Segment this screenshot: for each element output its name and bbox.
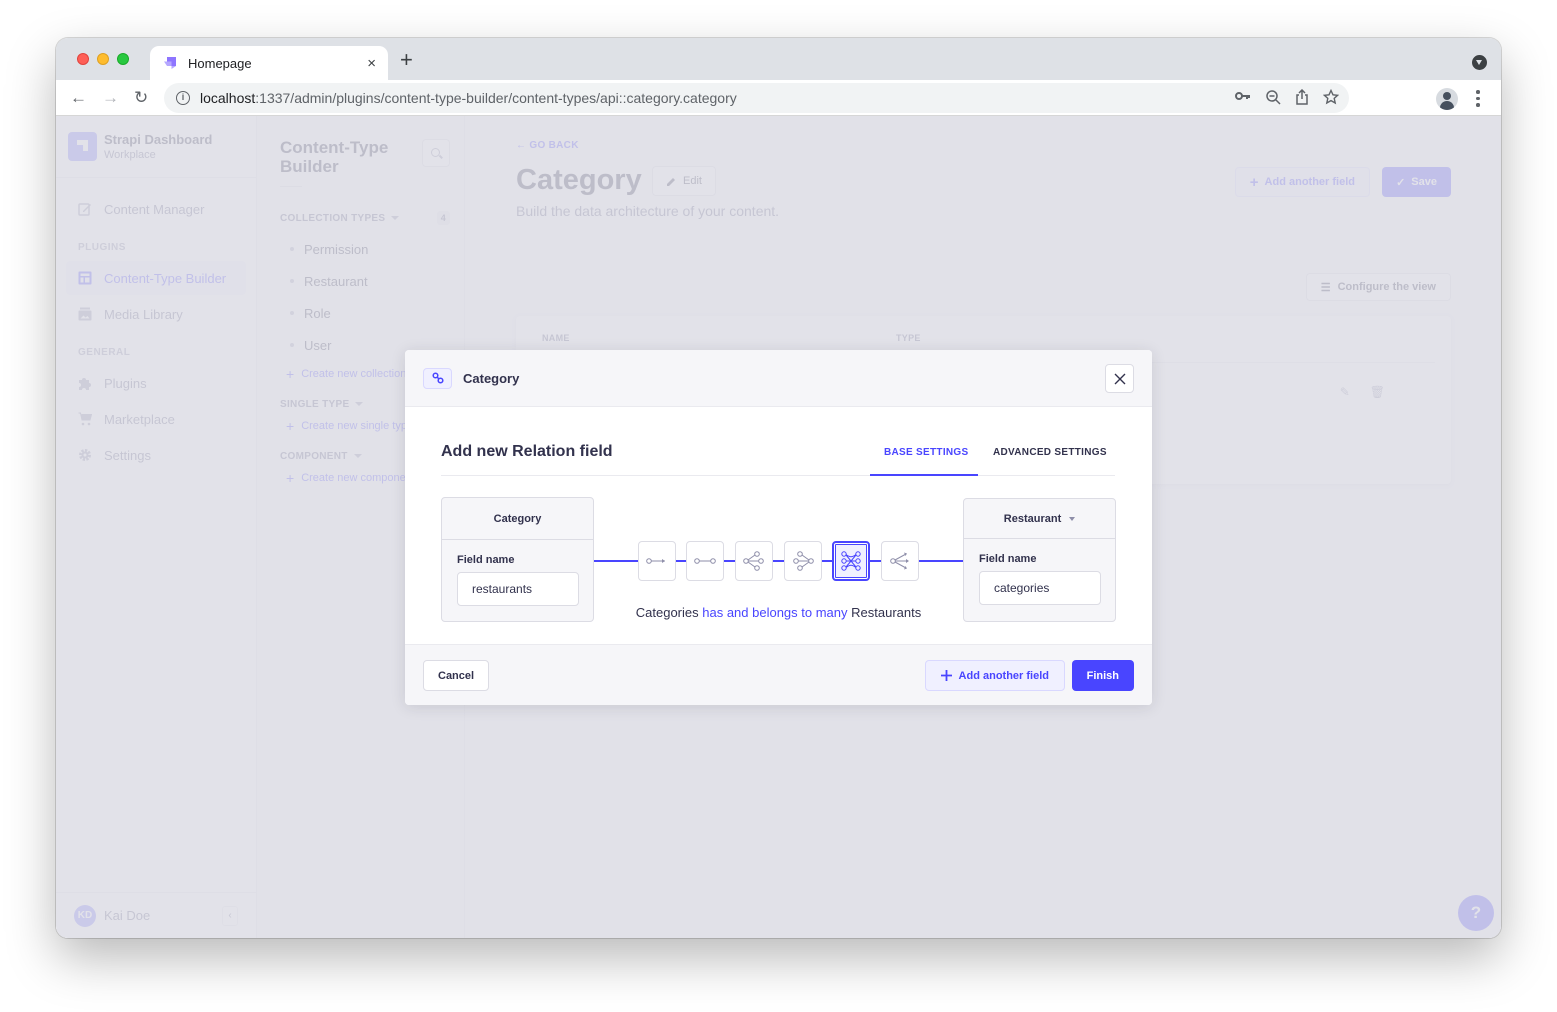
one-to-many-relation-icon [743,551,764,571]
key-icon[interactable] [1235,89,1251,103]
tab-advanced-settings[interactable]: ADVANCED SETTINGS [993,447,1107,458]
star-icon[interactable] [1323,89,1339,105]
target-content-type-select[interactable]: Restaurant [964,499,1115,539]
relation-link-icon [423,367,452,389]
back-button[interactable]: ← [70,88,87,108]
add-another-field-button[interactable]: Add another field [924,660,1065,691]
close-window-button[interactable] [77,53,89,65]
relation-description: Categories has and belongs to many Resta… [594,605,963,620]
target-field-name-label: Field name [979,553,1037,565]
site-info-icon[interactable]: i [176,91,190,105]
source-content-type-name: Category [442,498,593,540]
forward-button[interactable]: → [102,88,119,108]
finish-button[interactable]: Finish [1071,660,1134,691]
source-content-type-box: Category Field name [441,497,594,622]
relation-desc-source: Categories [635,605,699,620]
url-text[interactable]: localhost:1337/admin/plugins/content-typ… [200,90,737,106]
relation-many-way-button[interactable] [881,541,919,581]
maximize-window-button[interactable] [117,53,129,65]
profile-avatar-icon[interactable] [1436,88,1458,110]
relation-one-to-many-button[interactable] [735,541,773,581]
tabs-divider [441,475,1115,476]
source-field-name-label: Field name [457,554,515,566]
relation-field-modal: Category Add new Relation field BASE SET… [405,350,1152,705]
many-to-many-relation-icon [841,551,861,571]
modal-header: Category [405,350,1152,407]
close-modal-button[interactable] [1105,364,1134,393]
share-icon[interactable] [1295,89,1309,105]
tab-strip: Homepage × + [56,38,1501,80]
new-tab-button[interactable]: + [400,49,413,71]
target-field-name-input[interactable] [979,571,1101,605]
active-tab-indicator [870,474,978,476]
relation-one-to-one-button[interactable] [686,541,724,581]
relation-many-to-one-button[interactable] [784,541,822,581]
one-way-relation-icon [646,558,665,564]
one-to-one-relation-icon [694,558,716,564]
strapi-app: Strapi Dashboard Workplace Content Manag… [56,116,1501,938]
relation-one-way-button[interactable] [638,541,676,581]
chevron-down-icon [1069,516,1076,521]
relation-many-to-many-button[interactable] [832,541,870,581]
cancel-button[interactable]: Cancel [423,660,490,691]
many-way-relation-icon [890,552,909,570]
relation-desc-target: Restaurants [851,605,922,620]
tab-title: Homepage [188,55,252,71]
many-to-one-relation-icon [793,551,814,571]
browser-menu-icon[interactable] [1476,90,1480,107]
close-icon [1114,373,1125,384]
address-bar[interactable]: i localhost:1337/admin/plugins/content-t… [164,83,1349,113]
target-content-type-name: Restaurant [1003,512,1062,525]
modal-title: Category [463,370,520,386]
modal-body: Add new Relation field BASE SETTINGS ADV… [405,407,1152,644]
source-field-name-input[interactable] [457,572,579,606]
target-content-type-box: Restaurant Field name [963,498,1116,622]
plus-icon [940,670,952,681]
browser-window: Homepage × + ← → ↻ i localhost:1337/admi… [56,38,1501,938]
tab-base-settings[interactable]: BASE SETTINGS [884,447,968,458]
relation-desc-type: has and belongs to many [702,605,848,620]
strapi-favicon-icon [164,57,176,69]
browser-tab[interactable]: Homepage × [150,46,388,80]
browser-toolbar: ← → ↻ i localhost:1337/admin/plugins/con… [56,80,1501,116]
modal-heading: Add new Relation field [441,443,613,460]
button-label: Add another field [958,669,1049,682]
tab-close-icon[interactable]: × [367,55,376,72]
modal-footer: Cancel Add another field Finish [405,644,1152,705]
tab-search-icon[interactable] [1472,55,1487,70]
reload-button[interactable]: ↻ [134,88,148,108]
minimize-window-button[interactable] [97,53,109,65]
zoom-out-icon[interactable] [1265,89,1281,105]
